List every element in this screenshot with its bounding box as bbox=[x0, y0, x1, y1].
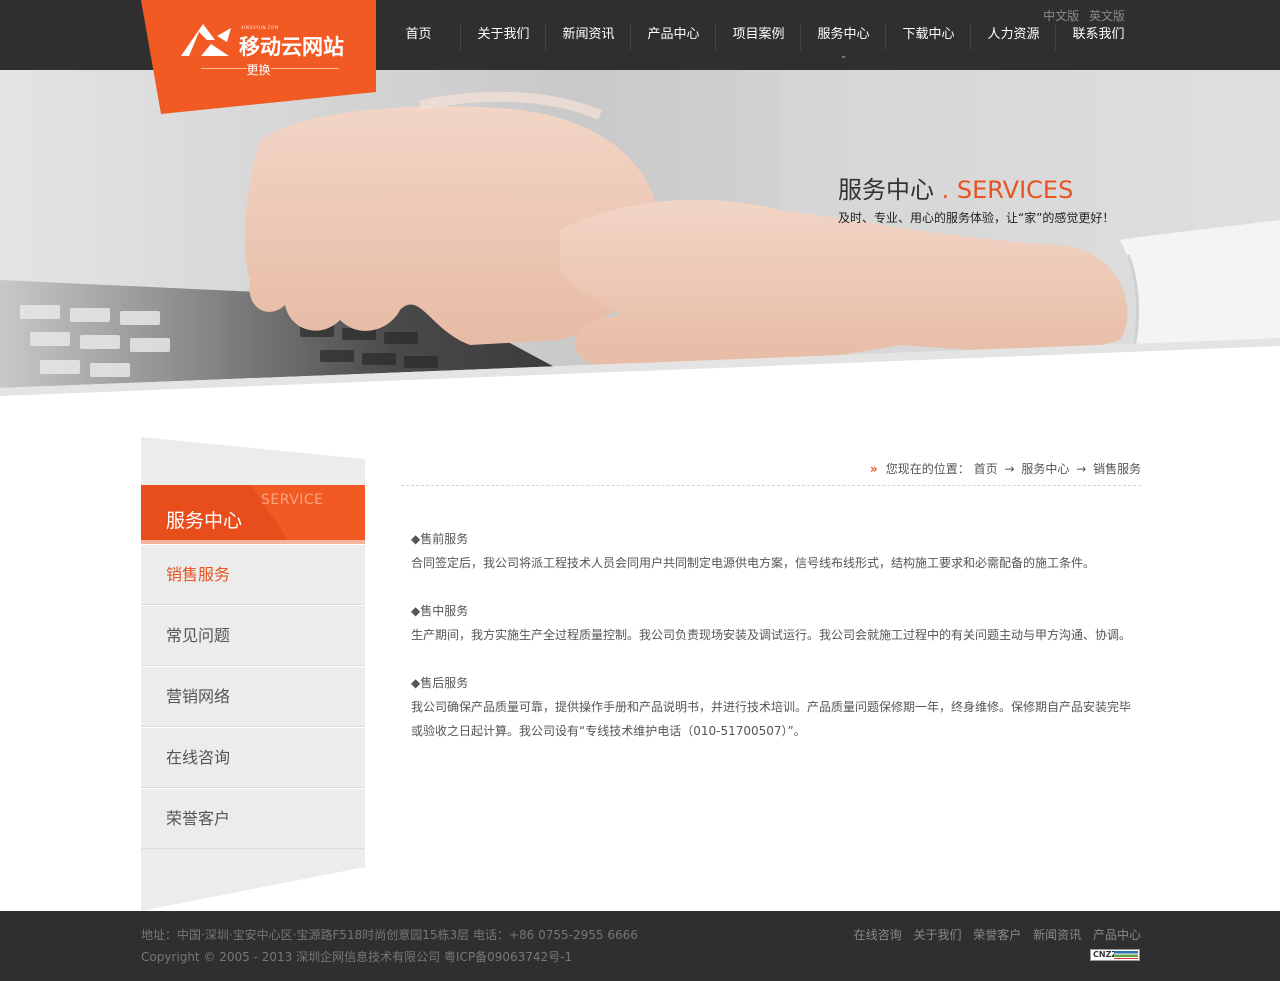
footer-link-news[interactable]: 新闻资讯 bbox=[1033, 928, 1081, 942]
content-section-insale: ◆售中服务 生产期间，我方实施生产全过程质量控制。我公司负责现场安装及调试运行。… bbox=[411, 599, 1141, 647]
nav-item-cases[interactable]: 项目案例 bbox=[716, 20, 801, 50]
nav-item-contact[interactable]: 联系我们 bbox=[1056, 20, 1141, 50]
nav-label: 首页 bbox=[405, 27, 432, 42]
main-content: ◆售前服务 合同签定后，我公司将派工程技术人员会同用户共同制定电源供电方案，信号… bbox=[411, 527, 1141, 767]
nav-label: 产品中心 bbox=[647, 27, 700, 42]
double-chevron-right-icon: » bbox=[870, 462, 878, 476]
nav-item-services[interactable]: 服务中心 ⌄ bbox=[801, 20, 886, 61]
sidebar-title: 服务中心 bbox=[166, 510, 243, 532]
banner-image-typing-hands bbox=[0, 70, 1280, 410]
banner-subtitle: 及时、专业、用心的服务体验，让“家”的感觉更好！ bbox=[838, 211, 1115, 225]
nav-label: 下载中心 bbox=[902, 27, 955, 42]
breadcrumb-separator: → bbox=[1076, 462, 1087, 476]
content-section-aftersale: ◆售后服务 我公司确保产品质量可靠，提供操作手册和产品说明书，并进行技术培训。产… bbox=[411, 671, 1141, 743]
nav-item-about[interactable]: 关于我们 bbox=[461, 20, 546, 50]
footer-link-honor-clients[interactable]: 荣誉客户 bbox=[973, 928, 1021, 942]
breadcrumb-prefix: 您现在的位置： bbox=[885, 462, 970, 476]
breadcrumb-current-link[interactable]: 销售服务 bbox=[1093, 462, 1141, 476]
sidebar-item-online-consult[interactable]: 在线咨询 bbox=[141, 727, 365, 788]
section-heading: ◆售后服务 bbox=[411, 676, 469, 690]
nav-label: 服务中心 bbox=[817, 27, 870, 42]
footer-links: 在线咨询 关于我们 荣誉客户 新闻资讯 产品中心 bbox=[846, 926, 1141, 943]
sidebar-item-marketing-network[interactable]: 营销网络 bbox=[141, 666, 365, 727]
section-heading: ◆售前服务 bbox=[411, 532, 469, 546]
footer-link-products[interactable]: 产品中心 bbox=[1093, 928, 1141, 942]
logo-change-link[interactable]: 更换 bbox=[141, 61, 376, 78]
nav-label: 关于我们 bbox=[477, 27, 530, 42]
breadcrumb-separator: → bbox=[1004, 462, 1015, 476]
logo-divider-right bbox=[271, 68, 339, 69]
breadcrumb: » 您现在的位置： 首页 → 服务中心 → 销售服务 bbox=[870, 460, 1141, 477]
sidebar-title-en: SERVICE bbox=[261, 492, 324, 508]
nav-item-hr[interactable]: 人力资源 bbox=[971, 20, 1056, 50]
breadcrumb-divider bbox=[401, 485, 1141, 486]
sidebar: 服务中心 SERVICE 销售服务 常见问题 营销网络 在线咨询 荣誉客户 bbox=[141, 437, 365, 911]
nav-item-news[interactable]: 新闻资讯 bbox=[546, 20, 631, 50]
nav-item-downloads[interactable]: 下载中心 bbox=[886, 20, 971, 50]
footer-link-about[interactable]: 关于我们 bbox=[913, 928, 961, 942]
logo-title: 移动云网站 bbox=[239, 35, 344, 59]
nav-label: 新闻资讯 bbox=[562, 27, 615, 42]
breadcrumb-services-link[interactable]: 服务中心 bbox=[1021, 462, 1069, 476]
sidebar-menu: 销售服务 常见问题 营销网络 在线咨询 荣誉客户 bbox=[141, 544, 365, 849]
nav-label: 项目案例 bbox=[732, 27, 785, 42]
footer: 地址：中国·深圳·宝安中心区·宝源路F518时尚创意园15栋3层 电话：+86 … bbox=[0, 911, 1280, 981]
nav-item-products[interactable]: 产品中心 bbox=[631, 20, 716, 50]
sidebar-item-sales-service[interactable]: 销售服务 bbox=[141, 544, 365, 605]
main-nav: 首页 关于我们 新闻资讯 产品中心 项目案例 服务中心 ⌄ 下载中心 人力资源 联… bbox=[376, 20, 1141, 61]
sidebar-item-honor-clients[interactable]: 荣誉客户 bbox=[141, 788, 365, 849]
section-heading: ◆售中服务 bbox=[411, 604, 469, 618]
chevron-down-icon: ⌄ bbox=[839, 51, 848, 61]
logo-mark-icon bbox=[181, 24, 231, 56]
banner-title-cn: 服务中心 bbox=[838, 176, 934, 204]
sidebar-header: 服务中心 SERVICE bbox=[141, 485, 365, 544]
nav-item-home[interactable]: 首页 bbox=[376, 20, 461, 50]
cnzz-stats-badge[interactable]: CNZZ bbox=[1090, 949, 1140, 961]
breadcrumb-home-link[interactable]: 首页 bbox=[974, 462, 998, 476]
footer-address: 地址：中国·深圳·宝安中心区·宝源路F518时尚创意园15栋3层 电话：+86 … bbox=[141, 928, 638, 942]
section-text: 合同签定后，我公司将派工程技术人员会同用户共同制定电源供电方案，信号线布线形式，… bbox=[411, 556, 1096, 570]
cnzz-bars-icon bbox=[1114, 951, 1138, 959]
banner-title: 服务中心 . SERVICES bbox=[838, 170, 1073, 205]
nav-label: 联系我们 bbox=[1072, 27, 1125, 42]
banner-title-en: . SERVICES bbox=[941, 176, 1074, 204]
nav-label: 人力资源 bbox=[987, 27, 1040, 42]
sidebar-item-faq[interactable]: 常见问题 bbox=[141, 605, 365, 666]
section-text: 我公司确保产品质量可靠，提供操作手册和产品说明书，并进行技术培训。产品质量问题保… bbox=[411, 700, 1132, 738]
footer-copyright: Copyright © 2005 - 2013 深圳企网信息技术有限公司 粤IC… bbox=[141, 950, 573, 964]
hero-banner bbox=[0, 70, 1280, 410]
section-text: 生产期间，我方实施生产全过程质量控制。我公司负责现场安装及调试运行。我公司会就施… bbox=[411, 628, 1132, 642]
page: XINXUYUN.COM 移动云网站 更换 中文版 英文版 首页 关于我们 新闻… bbox=[0, 0, 1280, 981]
content-section-presale: ◆售前服务 合同签定后，我公司将派工程技术人员会同用户共同制定电源供电方案，信号… bbox=[411, 527, 1141, 575]
footer-link-online-consult[interactable]: 在线咨询 bbox=[854, 928, 902, 942]
logo-domain: XINXUYUN.COM bbox=[241, 25, 279, 30]
site-logo[interactable]: XINXUYUN.COM 移动云网站 更换 bbox=[141, 0, 376, 114]
